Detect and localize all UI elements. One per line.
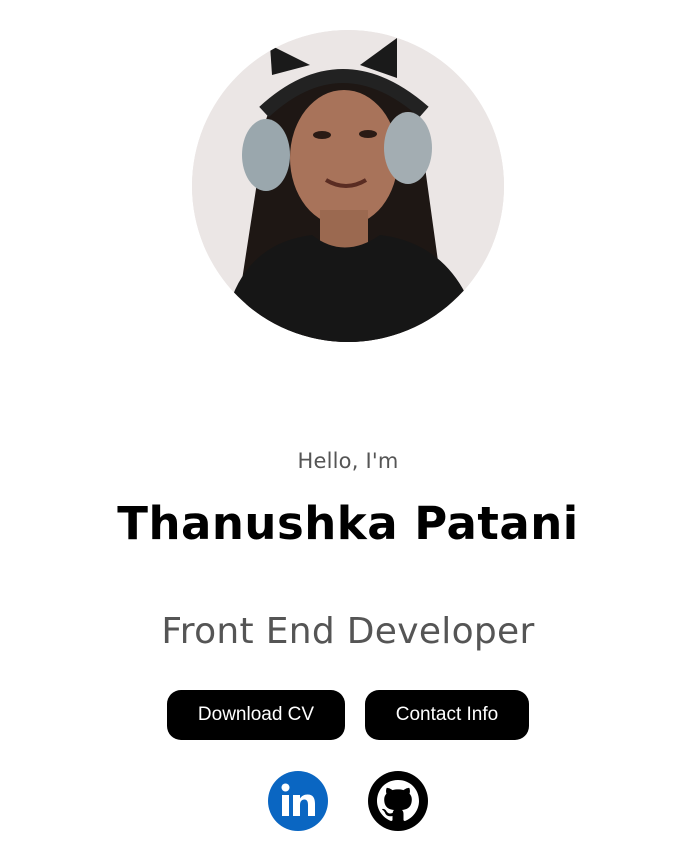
github-icon (368, 771, 428, 831)
greeting-text: Hello, I'm (297, 449, 399, 473)
person-name: Thanushka Patani (117, 497, 579, 550)
download-cv-button[interactable]: Download CV (167, 690, 345, 740)
job-title: Front End Developer (161, 611, 535, 652)
profile-photo (192, 30, 504, 342)
profile-photo-illustration (192, 30, 504, 342)
contact-info-button[interactable]: Contact Info (365, 690, 529, 740)
github-link[interactable] (367, 770, 429, 832)
linkedin-link[interactable] (267, 770, 329, 832)
linkedin-icon (268, 771, 328, 831)
